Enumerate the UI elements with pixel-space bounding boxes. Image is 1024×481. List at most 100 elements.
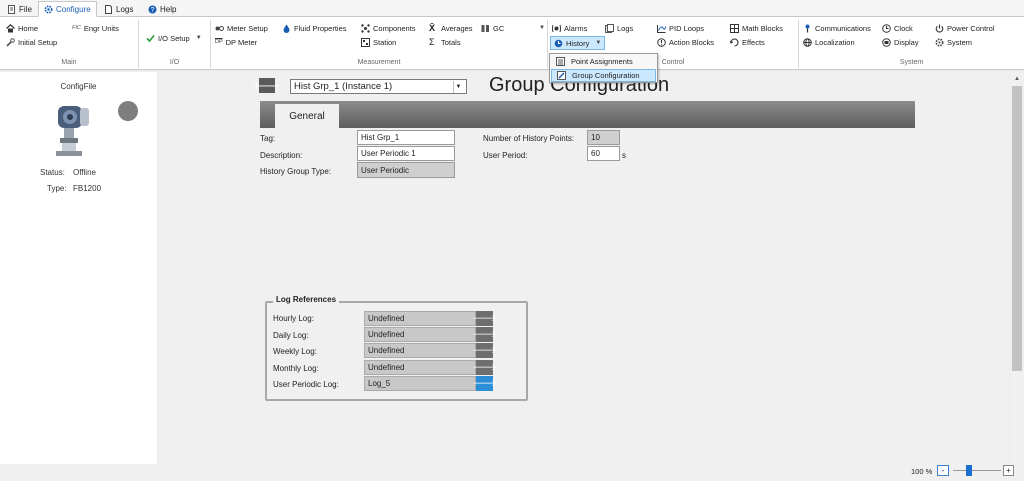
localization-label: Localization [815,37,855,47]
dp-icon: DP [215,39,223,45]
num-points-label: Number of History Points: [483,134,575,143]
tools-icon [6,37,15,47]
daily-log-label: Daily Log: [273,331,309,340]
svg-text:?: ? [151,7,155,14]
localization-button[interactable]: Localization [803,36,855,48]
weekly-log-label: Weekly Log: [273,347,317,356]
math-blocks-label: Math Blocks [742,23,783,33]
clock-label: Clock [894,23,913,33]
dp-meter-button[interactable]: DP DP Meter [215,36,257,48]
hourly-log-goto-button[interactable]: 🡒 [472,311,497,326]
components-button[interactable]: Components [361,22,416,34]
measurement-overflow-button[interactable]: ▼ [539,22,545,34]
alarms-label: Alarms [564,23,588,33]
user-periodic-log-goto-button[interactable]: 🡒 [472,376,497,391]
station-button[interactable]: Station [361,36,396,48]
weekly-log-goto-button[interactable]: 🡒 [472,343,497,358]
tab-label: Help [160,4,177,14]
zoom-in-button[interactable]: + [1003,465,1014,476]
user-period-field[interactable]: 60 [587,146,620,161]
meter-setup-button[interactable]: Meter Setup [215,22,268,34]
arrow-right-icon: 🡒 [472,345,497,355]
edit-icon [557,71,566,80]
pid-loops-button[interactable]: PID Loops [657,22,704,34]
action-blocks-button[interactable]: Action Blocks [657,36,714,48]
communications-label: Communications [815,23,871,33]
effects-icon [729,37,739,47]
scroll-up-icon[interactable]: ▲ [1012,74,1022,84]
alarms-button[interactable]: Alarms [552,22,587,34]
arrow-right-icon: 🡒 [472,329,497,339]
tab-logs[interactable]: Logs [99,1,138,17]
monthly-log-field: Undefined [364,360,476,375]
tab-file[interactable]: File [2,1,37,17]
fluid-properties-button[interactable]: Fluid Properties [282,22,347,34]
tag-field[interactable]: Hist Grp_1 [357,130,455,145]
monthly-log-goto-button[interactable]: 🡒 [472,360,497,375]
tab-help[interactable]: ? Help [143,1,181,17]
daily-log-field: Undefined [364,327,476,342]
math-blocks-button[interactable]: Math Blocks [730,22,783,34]
history-button[interactable]: History ▼ [550,36,606,50]
page-icon [104,4,113,14]
communications-button[interactable]: Communications [803,22,871,34]
system-button[interactable]: System [935,36,972,48]
menu-bar: File Configure Logs ? Help [0,0,1024,17]
effects-button[interactable]: Effects [729,36,765,48]
x-bar-icon: X̄ [429,22,436,33]
description-field[interactable]: User Periodic 1 [357,146,455,161]
group-label-system: System [899,59,924,66]
instance-select[interactable]: Hist Grp_1 (Instance 1) ▼ [290,79,467,94]
user-period-unit: s [622,151,626,160]
menu-item-group-configuration[interactable]: Group Configuration [551,69,656,82]
totals-button[interactable]: Σ Totals [429,36,461,48]
totals-label: Totals [441,37,461,47]
loop-icon [657,24,666,33]
components-label: Components [373,23,416,33]
scrollbar-thumb[interactable] [1012,86,1022,371]
group-type-field: User Periodic [357,162,455,178]
gear-icon [44,4,53,14]
status-value: Offline [73,168,96,177]
globe-icon [803,37,812,47]
initial-setup-button[interactable]: Initial Setup [6,36,57,48]
zoom-slider-track[interactable] [953,470,1001,471]
engr-units-label: Engr Units [83,23,119,33]
io-setup-button[interactable]: I/O Setup ▼ [146,32,202,44]
zoom-level: 100 % [911,467,933,476]
user-periodic-log-label: User Periodic Log: [273,380,339,389]
clock-button[interactable]: Clock [882,22,913,34]
power-control-button[interactable]: Power Control [935,22,995,34]
zoom-out-button[interactable]: - [937,465,949,476]
back-button[interactable]: 🡐 [254,78,280,93]
home-icon [6,23,15,33]
action-blocks-label: Action Blocks [669,37,715,47]
daily-log-goto-button[interactable]: 🡒 [472,327,497,342]
zoom-slider-thumb[interactable] [965,465,972,476]
logs-button[interactable]: Logs [605,22,633,34]
gc-button[interactable]: GC [481,22,504,34]
io-setup-label: I/O Setup [158,33,190,43]
averages-button[interactable]: X̄ Averages [429,22,473,34]
effects-label: Effects [742,37,765,47]
alarm-icon [552,24,561,33]
chevron-down-icon: ▼ [595,40,602,46]
display-button[interactable]: Display [882,36,919,48]
menu-item-point-assignments[interactable]: Point Assignments [551,55,656,68]
tab-general[interactable]: General [275,104,339,128]
tab-label: Logs [116,4,134,14]
pid-loops-label: PID Loops [669,23,705,33]
tab-configure[interactable]: Configure [38,1,97,17]
gear-icon [935,37,944,47]
engr-units-button[interactable]: FIC Engr Units [72,22,119,34]
num-points-field: 10 [587,130,620,145]
tag-label: Tag: [260,134,276,143]
display-icon [882,37,891,47]
molecule-icon [361,23,370,33]
history-dropdown-menu: Point Assignments Group Configuration [549,53,658,83]
meter-icon [215,24,224,33]
instance-select-value: Hist Grp_1 (Instance 1) [294,81,393,92]
power-icon [935,24,944,33]
calculator-icon [730,23,739,33]
home-button[interactable]: Home [6,22,38,34]
